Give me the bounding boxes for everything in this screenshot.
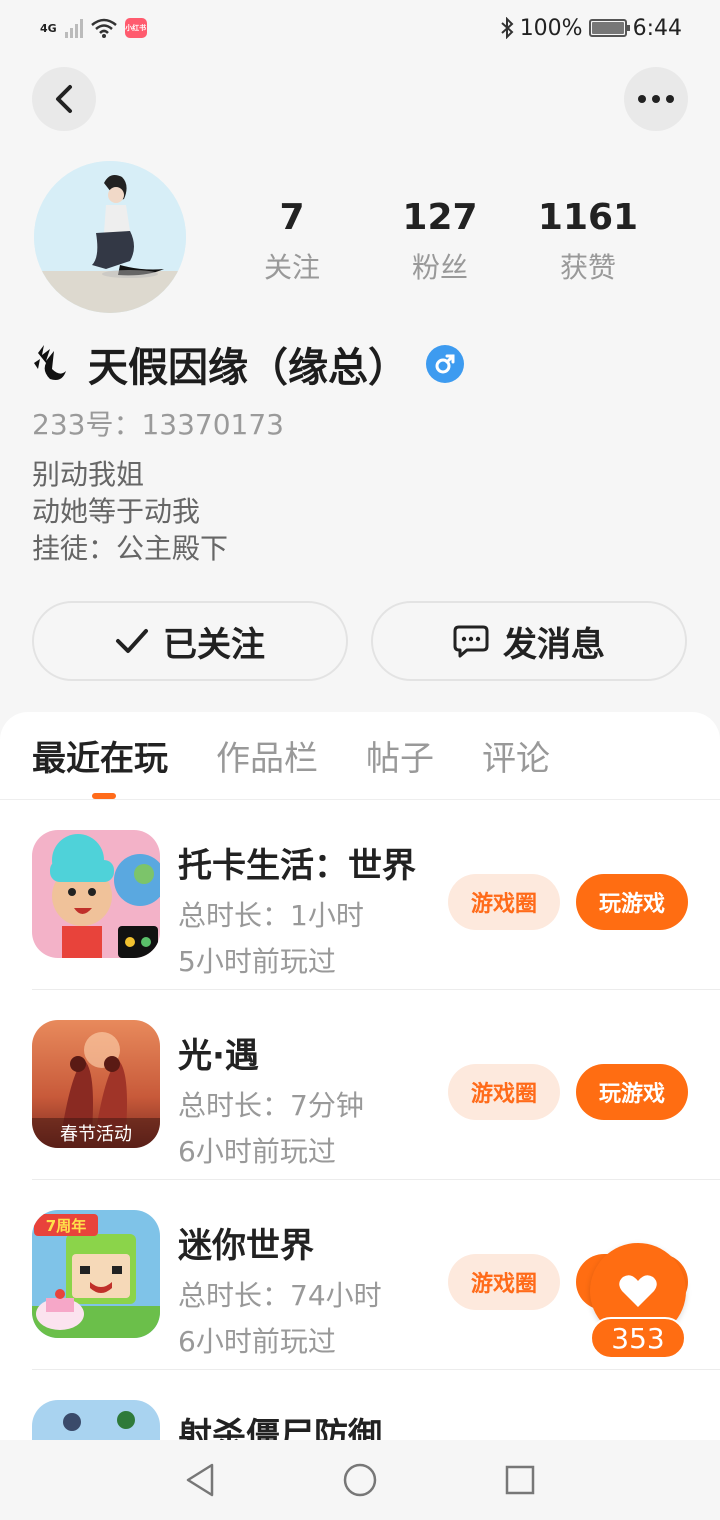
bio-line: 挂徒：公主殿下 xyxy=(32,532,229,565)
game-circle-button[interactable]: 游戏圈 xyxy=(448,1254,560,1310)
avatar[interactable] xyxy=(34,161,186,313)
app-badge: 小红书 xyxy=(124,18,147,38)
avatar-image xyxy=(34,161,186,313)
username-row: 天假因缘（缘总） xyxy=(32,335,464,393)
username-ornament-icon xyxy=(34,345,66,380)
bio-line: 动她等于动我 xyxy=(32,495,201,528)
battery-icon xyxy=(588,19,630,37)
navigation-bar xyxy=(0,1440,720,1520)
tab-comments[interactable]: 评论 xyxy=(482,731,550,780)
play-game-button[interactable]: 玩游戏 xyxy=(576,1064,688,1120)
followed-label: 已关注 xyxy=(163,624,265,665)
game-icon-sky-text: 春节活动 xyxy=(60,1124,132,1145)
signal-icon xyxy=(64,18,83,38)
username: 天假因缘（缘总） xyxy=(88,345,408,391)
game-name: 托卡生活：世界 xyxy=(178,846,416,886)
game-duration: 总时长：1小时 xyxy=(178,899,364,932)
stat-likes[interactable]: 1161 获赞 xyxy=(514,196,662,286)
game-row[interactable]: 射杀僵尸防御 xyxy=(32,1370,720,1440)
game-last-played: 5小时前玩过 xyxy=(178,945,336,978)
tab-recently-played[interactable]: 最近在玩 xyxy=(32,731,168,780)
male-icon xyxy=(426,345,464,383)
likes-label: 获赞 xyxy=(559,251,616,284)
more-dots-icon xyxy=(638,95,674,103)
clock: 6:44 xyxy=(632,15,682,41)
game-name: 光·遇 xyxy=(178,1036,259,1076)
play-game-button[interactable]: 玩游戏 xyxy=(576,874,688,930)
battery-percent: 100% xyxy=(519,15,583,41)
game-name: 迷你世界 xyxy=(178,1226,314,1266)
tab-posts[interactable]: 帖子 xyxy=(366,731,434,780)
followers-label: 粉丝 xyxy=(411,251,468,284)
check-icon xyxy=(116,629,148,653)
game-icon-mini-world-text: 7周年 xyxy=(46,1217,86,1235)
game-row[interactable]: 托卡生活：世界 总时长：1小时 5小时前玩过 游戏圈 玩游戏 xyxy=(32,800,720,990)
like-count: 353 xyxy=(590,1317,686,1359)
status-bar: 4G 小红书 100% 6:44 xyxy=(0,0,720,56)
bio: 别动我姐 动她等于动我 挂徒：公主殿下 xyxy=(32,456,228,567)
stats: 7 关注 127 粉丝 1161 获赞 xyxy=(218,196,662,286)
back-button[interactable] xyxy=(32,67,96,131)
game-last-played: 6小时前玩过 xyxy=(178,1135,336,1168)
wifi-icon xyxy=(90,18,117,38)
game-duration: 总时长：74小时 xyxy=(178,1279,382,1312)
heart-icon xyxy=(619,1275,657,1307)
network-label: 4G xyxy=(40,21,57,35)
followed-button[interactable]: 已关注 xyxy=(32,601,348,681)
followers-count: 127 xyxy=(402,197,478,238)
nav-recents-icon[interactable] xyxy=(504,1464,536,1496)
game-circle-button[interactable]: 游戏圈 xyxy=(448,1064,560,1120)
user-id: 233号：13370173 xyxy=(32,408,284,441)
game-icon-toca[interactable] xyxy=(32,830,160,958)
game-icon-zombie-defense[interactable] xyxy=(32,1400,160,1440)
more-button[interactable] xyxy=(624,67,688,131)
game-icon-sky[interactable]: 春节活动 xyxy=(32,1020,160,1148)
bluetooth-icon xyxy=(501,17,514,39)
chevron-left-icon xyxy=(56,85,72,113)
tab-works[interactable]: 作品栏 xyxy=(216,731,318,780)
following-label: 关注 xyxy=(263,251,320,284)
game-row[interactable]: 春节活动 光·遇 总时长：7分钟 6小时前玩过 游戏圈 玩游戏 xyxy=(32,990,720,1180)
send-message-button[interactable]: 发消息 xyxy=(371,601,687,681)
bio-line: 别动我姐 xyxy=(32,458,145,491)
game-duration: 总时长：7分钟 xyxy=(178,1089,364,1122)
stat-following[interactable]: 7 关注 xyxy=(218,196,366,286)
send-message-label: 发消息 xyxy=(503,624,605,665)
game-last-played: 6小时前玩过 xyxy=(178,1325,336,1358)
tab-bar: 最近在玩 作品栏 帖子 评论 xyxy=(0,712,720,800)
following-count: 7 xyxy=(279,197,305,238)
game-icon-mini-world[interactable]: 7周年 xyxy=(32,1210,160,1338)
game-name: 射杀僵尸防御 xyxy=(178,1416,382,1440)
likes-count: 1161 xyxy=(537,197,639,238)
chat-bubble-icon xyxy=(453,625,489,658)
nav-back-icon[interactable] xyxy=(184,1462,216,1498)
nav-home-icon[interactable] xyxy=(342,1462,378,1498)
stat-followers[interactable]: 127 粉丝 xyxy=(366,196,514,286)
active-tab-indicator xyxy=(92,793,116,799)
game-circle-button[interactable]: 游戏圈 xyxy=(448,874,560,930)
